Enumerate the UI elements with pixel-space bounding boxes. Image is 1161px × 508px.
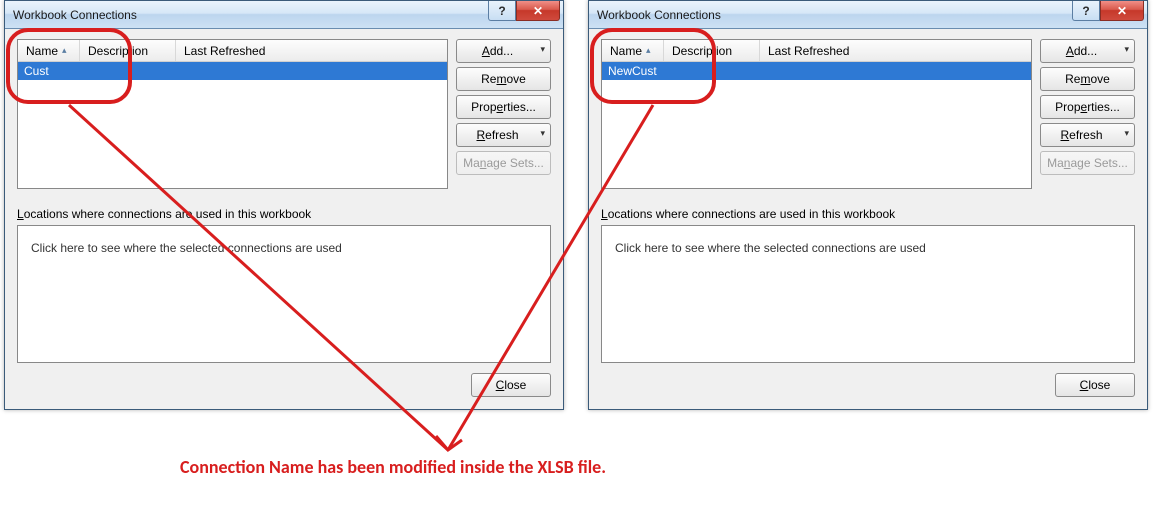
add-button[interactable]: Add...	[456, 39, 551, 63]
top-row: Name▴ Description Last Refreshed Cust Ad…	[17, 39, 551, 189]
remove-button[interactable]: Remove	[1040, 67, 1135, 91]
locations-box[interactable]: Click here to see where the selected con…	[601, 225, 1135, 363]
sort-asc-icon: ▴	[646, 46, 651, 55]
annotation-text: Connection Name has been modified inside…	[180, 456, 606, 478]
help-icon: ?	[498, 4, 505, 18]
help-button[interactable]: ?	[488, 1, 516, 21]
locations-hint[interactable]: Click here to see where the selected con…	[606, 230, 1130, 266]
dialog-footer: Close	[17, 373, 551, 397]
close-button[interactable]: Close	[1055, 373, 1135, 397]
window-close-button[interactable]: ✕	[1100, 1, 1144, 21]
add-button[interactable]: Add...	[1040, 39, 1135, 63]
window-buttons: ? ✕	[1072, 1, 1144, 21]
properties-button[interactable]: Properties...	[1040, 95, 1135, 119]
dialog-body: Name▴ Description Last Refreshed NewCust…	[589, 29, 1147, 409]
remove-button[interactable]: Remove	[456, 67, 551, 91]
locations-box[interactable]: Click here to see where the selected con…	[17, 225, 551, 363]
top-row: Name▴ Description Last Refreshed NewCust…	[601, 39, 1135, 189]
column-header-name[interactable]: Name▴	[18, 40, 80, 61]
properties-button[interactable]: Properties...	[456, 95, 551, 119]
manage-sets-button: Manage Sets...	[456, 151, 551, 175]
close-icon: ✕	[1117, 4, 1127, 18]
locations-label: Locations where connections are used in …	[601, 207, 1135, 221]
column-header-last-refreshed[interactable]: Last Refreshed	[176, 40, 447, 61]
workbook-connections-dialog-before: Workbook Connections ? ✕ Name▴ Descripti…	[4, 0, 564, 410]
sort-asc-icon: ▴	[62, 46, 67, 55]
column-header-name[interactable]: Name▴	[602, 40, 664, 61]
list-header: Name▴ Description Last Refreshed	[602, 40, 1031, 62]
connections-list[interactable]: Name▴ Description Last Refreshed Cust	[17, 39, 448, 189]
buttons-column: Add... Remove Properties... Refresh Mana…	[456, 39, 551, 189]
connection-row-selected[interactable]: Cust	[18, 62, 447, 80]
titlebar[interactable]: Workbook Connections ? ✕	[589, 1, 1147, 29]
workbook-connections-dialog-after: Workbook Connections ? ✕ Name▴ Descripti…	[588, 0, 1148, 410]
help-icon: ?	[1082, 4, 1089, 18]
refresh-button[interactable]: Refresh	[456, 123, 551, 147]
close-button[interactable]: Close	[471, 373, 551, 397]
dialog-title: Workbook Connections	[597, 8, 721, 22]
connection-row-selected[interactable]: NewCust	[602, 62, 1031, 80]
help-button[interactable]: ?	[1072, 1, 1100, 21]
refresh-button[interactable]: Refresh	[1040, 123, 1135, 147]
dialog-title: Workbook Connections	[13, 8, 137, 22]
connections-list[interactable]: Name▴ Description Last Refreshed NewCust	[601, 39, 1032, 189]
locations-hint[interactable]: Click here to see where the selected con…	[22, 230, 546, 266]
dialog-footer: Close	[601, 373, 1135, 397]
window-buttons: ? ✕	[488, 1, 560, 21]
column-header-description[interactable]: Description	[664, 40, 760, 61]
titlebar[interactable]: Workbook Connections ? ✕	[5, 1, 563, 29]
manage-sets-button: Manage Sets...	[1040, 151, 1135, 175]
window-close-button[interactable]: ✕	[516, 1, 560, 21]
buttons-column: Add... Remove Properties... Refresh Mana…	[1040, 39, 1135, 189]
locations-label: Locations where connections are used in …	[17, 207, 551, 221]
column-header-description[interactable]: Description	[80, 40, 176, 61]
dialog-body: Name▴ Description Last Refreshed Cust Ad…	[5, 29, 563, 409]
column-header-last-refreshed[interactable]: Last Refreshed	[760, 40, 1031, 61]
list-header: Name▴ Description Last Refreshed	[18, 40, 447, 62]
close-icon: ✕	[533, 4, 543, 18]
